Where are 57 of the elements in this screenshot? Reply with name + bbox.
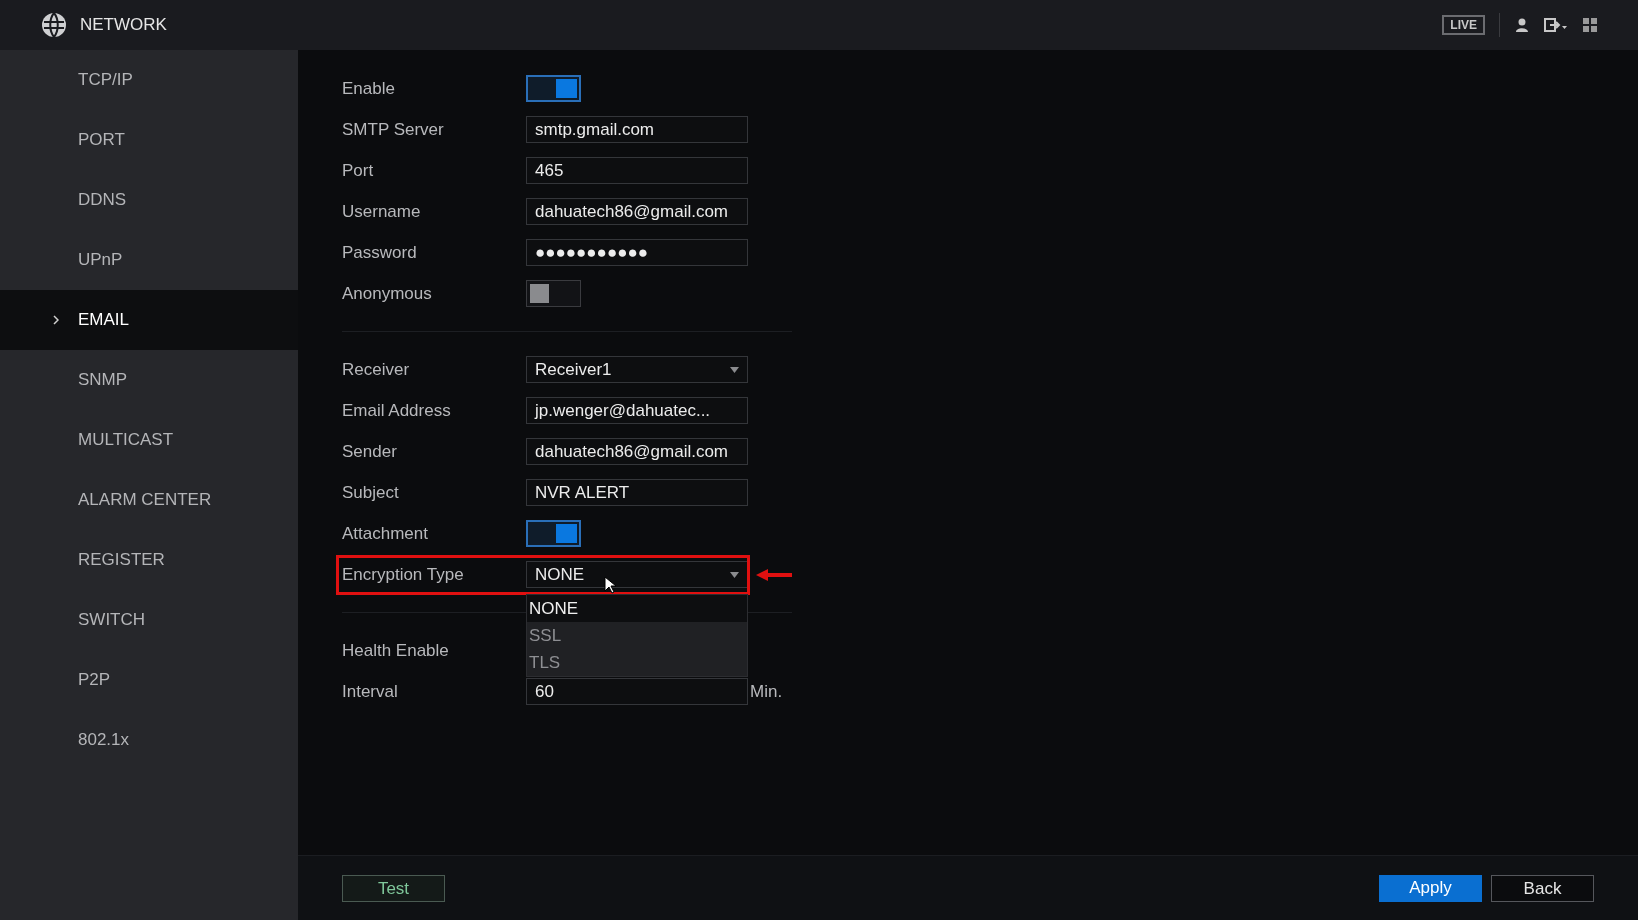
field-label: Health Enable: [342, 639, 450, 662]
sidebar-item[interactable]: PORT: [0, 110, 298, 170]
input-field[interactable]: jp.wenger@dahuatec...: [526, 397, 748, 424]
page-title: NETWORK: [80, 14, 167, 37]
input-field[interactable]: smtp.gmail.com: [526, 116, 748, 143]
sidebar-item[interactable]: P2P: [0, 650, 298, 710]
field-label: Email Address: [342, 399, 452, 422]
input-field[interactable]: dahuatech86@gmail.com: [526, 438, 748, 465]
field-label: Interval: [342, 680, 399, 703]
sidebar-item[interactable]: TCP/IP: [0, 50, 298, 110]
field-label: Receiver: [342, 358, 411, 381]
sidebar-item[interactable]: SNMP: [0, 350, 298, 410]
chevron-icon: [53, 315, 59, 325]
sidebar-item[interactable]: EMAIL: [0, 290, 298, 350]
grid-icon[interactable]: [1582, 17, 1598, 33]
back-button[interactable]: Back: [1491, 874, 1594, 902]
field-label: Subject: [342, 481, 400, 504]
logout-icon[interactable]: [1544, 17, 1568, 33]
sidebar-item[interactable]: ALARM CENTER: [0, 470, 298, 530]
live-button[interactable]: LIVE: [1442, 15, 1485, 35]
field-label: Port: [342, 159, 375, 182]
dropdown-option[interactable]: NONE: [527, 595, 747, 622]
input-field[interactable]: 465: [526, 157, 748, 184]
sidebar-item[interactable]: UPnP: [0, 230, 298, 290]
field-label: Sender: [342, 440, 398, 463]
globe-icon: [40, 11, 68, 39]
dropdown-option[interactable]: SSL: [527, 622, 747, 649]
toggle-switch[interactable]: [526, 75, 581, 102]
field-label: Username: [342, 200, 422, 223]
test-button[interactable]: Test: [342, 874, 445, 902]
sidebar-item[interactable]: SWITCH: [0, 590, 298, 650]
input-field[interactable]: dahuatech86@gmail.com: [526, 198, 748, 225]
input-field[interactable]: NVR ALERT: [526, 479, 748, 506]
sidebar-item[interactable]: 802.1x: [0, 710, 298, 770]
dropdown-field[interactable]: NONE: [526, 561, 748, 588]
input-field[interactable]: ●●●●●●●●●●●: [526, 239, 748, 266]
toggle-switch[interactable]: [526, 280, 581, 307]
apply-button[interactable]: Apply: [1379, 874, 1482, 902]
dropdown-option[interactable]: TLS: [527, 649, 747, 676]
dropdown-field[interactable]: Receiver1: [526, 356, 748, 383]
sidebar-item[interactable]: REGISTER: [0, 530, 298, 590]
field-label: Anonymous: [342, 282, 433, 305]
unit-label: Min.: [750, 680, 783, 703]
cursor-icon: [604, 576, 616, 594]
dropdown-arrow-icon: [730, 366, 739, 373]
dropdown-arrow-icon: [730, 571, 739, 578]
field-label: Attachment: [342, 522, 429, 545]
toggle-switch[interactable]: [526, 520, 581, 547]
field-label: Encryption Type: [342, 563, 465, 586]
sidebar-item[interactable]: MULTICAST: [0, 410, 298, 470]
arrow-icon: [756, 568, 794, 582]
user-icon[interactable]: [1514, 17, 1530, 33]
sidebar-item[interactable]: DDNS: [0, 170, 298, 230]
input-field[interactable]: 60: [526, 678, 748, 705]
field-label: Enable: [342, 77, 396, 100]
field-label: Password: [342, 241, 418, 264]
field-label: SMTP Server: [342, 118, 445, 141]
